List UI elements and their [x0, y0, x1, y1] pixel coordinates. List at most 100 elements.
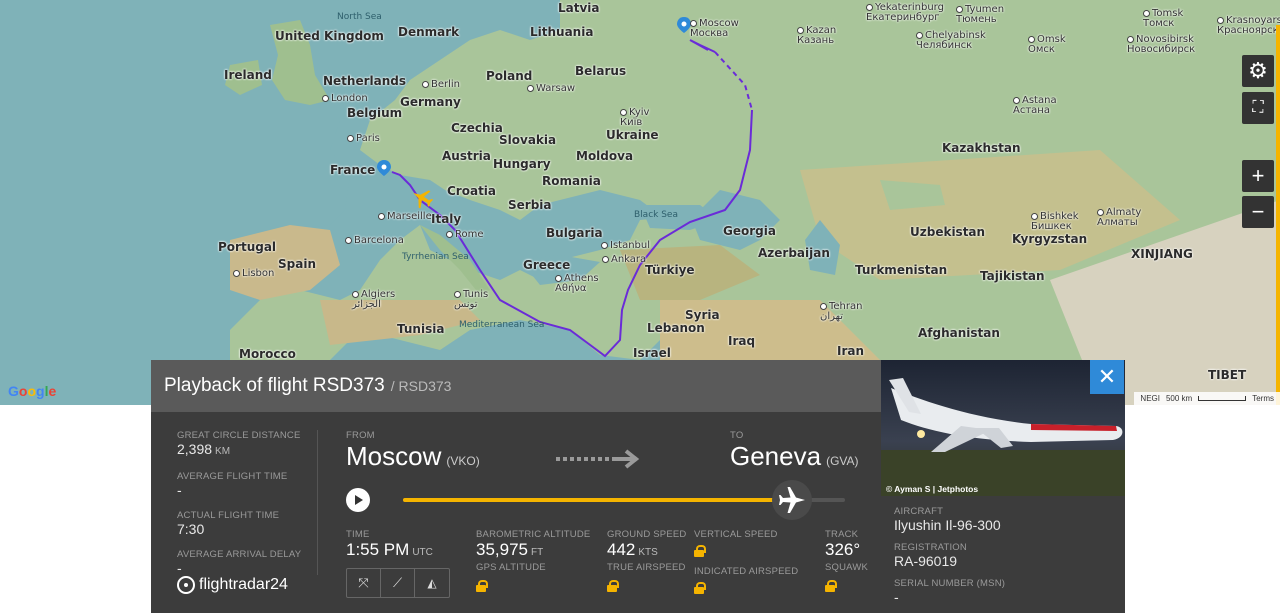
lock-icon[interactable] [825, 580, 837, 592]
true-airspeed-label: TRUE AIRSPEED [607, 562, 686, 573]
great-circle-value: 2,398 [177, 441, 213, 457]
actual-flight-time-value: 7:30 [177, 521, 205, 537]
country-label: Belgium [347, 106, 403, 120]
radar-icon [177, 576, 195, 594]
playback-track[interactable] [403, 480, 845, 520]
sea-label: North Sea [337, 12, 382, 22]
page-title: Playback of flight RSD373 [164, 375, 385, 396]
aircraft-value: Ilyushin Il-96-300 [894, 517, 1001, 533]
lock-icon[interactable] [607, 580, 619, 592]
zoom-in-button[interactable]: + [1242, 160, 1274, 192]
divider [317, 430, 318, 575]
time-unit: UTC [412, 547, 433, 558]
terms-link[interactable]: Terms [1252, 394, 1274, 403]
serial-value: - [894, 589, 899, 605]
city-label: Yekaterinburg Екатеринбург [866, 2, 944, 23]
compress-icon: ⤧ [358, 575, 369, 590]
play-button[interactable] [346, 488, 370, 512]
zoom-out-button[interactable]: − [1242, 196, 1274, 228]
callsign: / RSD373 [390, 378, 452, 394]
vertical-speed-label: VERTICAL SPEED [694, 529, 778, 540]
country-label: Azerbaijan [758, 246, 830, 260]
country-label: Portugal [218, 240, 277, 254]
settings-button[interactable]: ⚙ [1242, 55, 1274, 87]
playback-handle[interactable] [772, 480, 812, 520]
google-logo: Google [8, 383, 57, 399]
country-label: Kazakhstan [942, 141, 1021, 155]
country-label: Netherlands [323, 74, 407, 88]
country-label: Ukraine [606, 128, 659, 142]
country-label: Bulgaria [546, 226, 603, 240]
lock-icon[interactable] [694, 545, 706, 557]
playback-progress [403, 498, 792, 502]
country-label: Spain [278, 257, 316, 271]
city-label: Astana Астана [1013, 95, 1057, 116]
country-label: Serbia [508, 198, 552, 212]
country-label: Lithuania [530, 25, 594, 39]
time-value: 1:55 PM [346, 540, 410, 559]
logo-text: flightradar24 [199, 576, 288, 593]
country-label: Latvia [558, 1, 600, 15]
serial-label: SERIAL NUMBER (MSN) [894, 578, 1006, 589]
lock-icon[interactable] [694, 582, 706, 594]
aircraft-photo[interactable]: © Ayman S | Jetphotos [881, 360, 1125, 496]
city-label: Barcelona [345, 236, 404, 246]
scale-label: 500 km [1165, 394, 1193, 403]
avg-arrival-delay-value: - [177, 560, 182, 576]
vertical-speed-block: VERTICAL SPEED INDICATED AIRSPEED [694, 529, 798, 599]
country-label: United Kingdom [275, 29, 384, 43]
graph-view-button[interactable]: ◭ [415, 569, 449, 597]
country-label: Turkmenistan [855, 263, 948, 277]
aircraft-label: AIRCRAFT [894, 506, 944, 517]
ground-speed-unit: KTS [638, 547, 658, 558]
aircraft-info: © Ayman S | Jetphotos ✕ AIRCRAFT Ilyushi… [881, 360, 1125, 613]
squawk-label: SQUAWK [825, 562, 869, 573]
compress-view-button[interactable]: ⤧ [347, 569, 381, 597]
country-label: Croatia [447, 184, 497, 198]
country-label: Ireland [224, 68, 272, 82]
city-label: Marseille [378, 212, 432, 222]
country-label: Moldova [576, 149, 634, 163]
flight-map[interactable]: United Kingdom Ireland Netherlands Belgium F… [0, 0, 1280, 405]
city-label: Almaty Алматы [1097, 207, 1142, 228]
country-label: Uzbekistan [910, 225, 986, 239]
lock-icon[interactable] [476, 580, 488, 592]
flight-stats: GREAT CIRCLE DISTANCE 2,398 KM AVERAGE FL… [177, 430, 317, 576]
view-toggle: ⤧ ⟋ ◭ [346, 568, 450, 598]
country-label: Türkiye [645, 263, 695, 277]
registration-value: RA-96019 [894, 553, 958, 569]
avg-flight-time-label: AVERAGE FLIGHT TIME [177, 471, 288, 482]
route-view-button[interactable]: ⟋ [381, 569, 415, 597]
close-button[interactable]: ✕ [1090, 360, 1124, 394]
scrollbar[interactable] [1276, 25, 1280, 405]
city-label: Rome [446, 230, 484, 240]
close-icon: ✕ [1097, 364, 1117, 389]
avg-arrival-delay-label: AVERAGE ARRIVAL DELAY [177, 549, 302, 560]
city-label: Warsaw [527, 84, 575, 94]
expand-icon: ⛶ [1252, 99, 1264, 116]
map-data-label: NEGI [1140, 394, 1160, 403]
panel-header: Playback of flight RSD373 / RSD373 [151, 360, 881, 412]
altitude-block: BAROMETRIC ALTITUDE 35,975 FT GPS ALTITUD… [476, 529, 590, 597]
photo-credit: © Ayman S | Jetphotos [886, 484, 979, 494]
city-label: Omsk Омск [1028, 34, 1066, 55]
route-icon: ⟋ [392, 575, 403, 590]
city-label: Tunis تونس [454, 289, 489, 310]
country-label: France [330, 163, 376, 177]
city-label: Ankara [602, 255, 646, 265]
fullscreen-button[interactable]: ⛶ [1242, 92, 1274, 124]
origin-code: (VKO) [446, 454, 480, 468]
panel-body: GREAT CIRCLE DISTANCE 2,398 KM AVERAGE FL… [151, 412, 881, 613]
country-label: Iraq [728, 334, 756, 348]
country-label: Morocco [239, 347, 296, 361]
country-label: Iran [837, 344, 865, 358]
country-label: Georgia [723, 224, 776, 238]
country-label: Czechia [451, 121, 503, 135]
playback-panel: Playback of flight RSD373 / RSD373 GREAT… [151, 360, 1125, 613]
avg-flight-time-value: - [177, 482, 182, 498]
country-label: Belarus [575, 64, 627, 78]
ground-speed-value: 442 [607, 540, 636, 559]
baro-alt-unit: FT [531, 547, 544, 558]
city-label: Kyiv Київ [620, 107, 650, 128]
city-label: London [322, 94, 368, 104]
